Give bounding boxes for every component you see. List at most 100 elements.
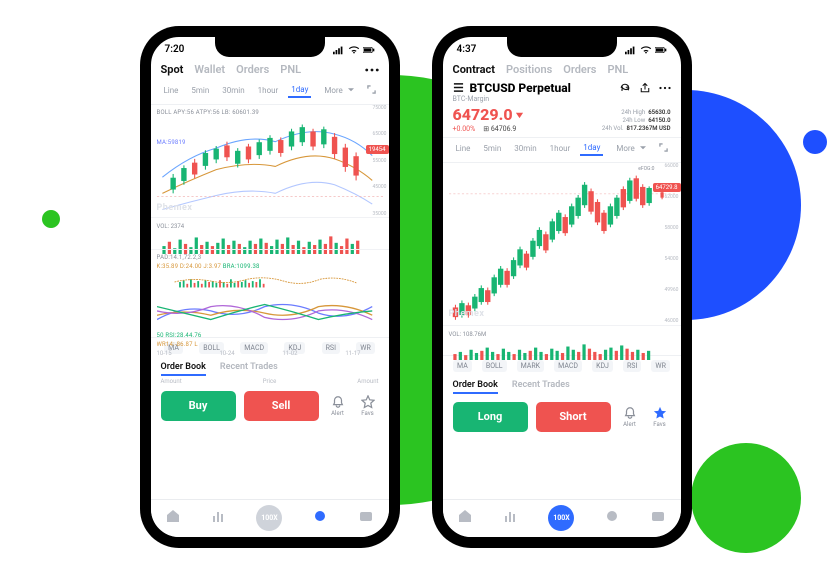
nav-contract[interactable] [604, 508, 620, 528]
status-time: 4:37 [457, 44, 477, 55]
alert-button[interactable]: Alert [619, 406, 641, 428]
ticker-stats: 24h High 65630.0 24h Low 64150.0 24h Vol… [602, 109, 671, 132]
nav-trade[interactable]: 100X [256, 505, 282, 531]
chip-mark[interactable]: MARK [517, 360, 544, 372]
nav-contract[interactable] [312, 508, 328, 528]
chevron-down-icon [348, 87, 354, 93]
ticker-header: BTCUSD Perpetual BTC-Margin 64729.0 +0.0… [443, 79, 681, 138]
nav-markets[interactable] [211, 508, 227, 528]
tf-line[interactable]: Line [161, 84, 182, 97]
orderbook-columns: AmountPriceAmount [151, 378, 389, 385]
expand-icon[interactable] [367, 85, 376, 94]
top-tab-pnl[interactable]: PNL [280, 63, 301, 76]
share-icon[interactable] [639, 82, 651, 94]
tf-30min[interactable]: 30min [219, 84, 247, 97]
wifi-icon [640, 45, 652, 55]
price-chart[interactable]: BOLL APY:56 ATPY:56 LB: 60601.39 7500065… [151, 105, 389, 217]
top-tab-contract[interactable]: Contract [453, 63, 495, 76]
chevron-down-icon [640, 145, 646, 151]
nav-assets[interactable] [358, 508, 374, 528]
more-icon[interactable] [659, 82, 671, 94]
top-tab-pnl[interactable]: PNL [607, 63, 628, 76]
tf-1hour[interactable]: 1hour [547, 142, 574, 155]
wifi-icon [348, 45, 360, 55]
favs-button[interactable]: Favs [649, 406, 671, 428]
chip-rsi[interactable]: RSI [623, 360, 641, 372]
bottom-nav: 100X [443, 499, 681, 537]
price-change: +0.00% [453, 125, 476, 133]
nav-markets[interactable] [503, 508, 519, 528]
symbol-title[interactable]: BTCUSD Perpetual [470, 81, 571, 95]
top-tab-wallet[interactable]: Wallet [194, 63, 225, 76]
chip-boll[interactable]: BOLL [482, 360, 507, 372]
buy-button[interactable]: Buy [161, 391, 236, 421]
mark-price: 64706.9 [491, 125, 516, 133]
favs-button[interactable]: Favs [357, 395, 379, 417]
nav-home[interactable] [165, 508, 181, 528]
star-icon [653, 406, 667, 420]
bell-icon [331, 395, 345, 409]
menu-icon[interactable] [453, 82, 464, 93]
oscillator-chart[interactable]: PAD:14.1,72.2,3 K:35.89 D:24.00 J:3.97 B… [151, 249, 389, 337]
chip-macd[interactable]: MACD [554, 360, 582, 372]
phone-contract: 4:37 Contract Positions Orders PNL BTCUS… [433, 27, 691, 547]
bell-icon [623, 406, 637, 420]
tf-1hour[interactable]: 1hour [255, 84, 282, 97]
price-chart[interactable]: eFOG:0 660006200058000540004996046000 64… [443, 163, 681, 325]
top-tab-positions[interactable]: Positions [506, 63, 552, 76]
nav-assets[interactable] [650, 508, 666, 528]
y-axis: 7500065000550004500035000 [365, 105, 387, 217]
volume-chart[interactable]: VOL: 108.76M [443, 325, 681, 355]
chip-ma[interactable]: MA [453, 360, 472, 372]
last-price-tag: 19454 [366, 145, 389, 154]
top-tab-spot[interactable]: Spot [161, 63, 184, 76]
arrow-down-icon [515, 110, 524, 119]
more-icon[interactable] [365, 63, 379, 77]
tf-1day[interactable]: 1day [580, 141, 603, 156]
nav-home[interactable] [457, 508, 473, 528]
tf-30min[interactable]: 30min [511, 142, 539, 155]
signal-icon [333, 45, 345, 55]
top-tabs: Spot Wallet Orders PNL [151, 59, 389, 80]
action-row: Buy Sell Alert Favs [151, 385, 389, 425]
status-icons [625, 45, 667, 55]
watermark: Phemex [157, 203, 193, 213]
sub-tab-orderbook[interactable]: Order Book [453, 380, 498, 394]
chip-wr[interactable]: WR [651, 360, 670, 372]
boll-legend: BOLL APY:56 ATPY:56 LB: 60601.39 [157, 109, 383, 116]
tf-more[interactable]: More [318, 82, 356, 99]
phone-spot: 7:20 Spot Wallet Orders PNL Line 5min 30… [141, 27, 399, 547]
top-tab-orders[interactable]: Orders [563, 63, 596, 76]
top-tabs: Contract Positions Orders PNL [443, 59, 681, 79]
tf-more[interactable]: More [610, 140, 648, 157]
sub-tab-trades[interactable]: Recent Trades [512, 380, 570, 394]
long-button[interactable]: Long [453, 402, 528, 432]
action-row: Long Short Alert Favs [443, 396, 681, 436]
status-time: 7:20 [165, 44, 185, 55]
last-price-tag: 64729.8 [653, 183, 681, 192]
x-axis: 10-1510-2411-0211-17 [157, 350, 383, 357]
bottom-nav: 100X [151, 499, 389, 537]
status-icons [333, 45, 375, 55]
watermark: Phemex [449, 309, 485, 319]
star-icon [361, 395, 375, 409]
short-button[interactable]: Short [536, 402, 611, 432]
sell-button[interactable]: Sell [244, 391, 319, 421]
sub-tab-trades[interactable]: Recent Trades [220, 362, 278, 376]
expand-icon[interactable] [659, 143, 668, 152]
tf-5min[interactable]: 5min [480, 142, 504, 155]
last-price: 64729.0 [453, 105, 524, 124]
battery-icon [363, 45, 375, 55]
top-tab-orders[interactable]: Orders [236, 63, 269, 76]
tf-5min[interactable]: 5min [188, 84, 212, 97]
battery-icon [655, 45, 667, 55]
sub-tabs: Order Book Recent Trades [443, 376, 681, 396]
nav-trade[interactable]: 100X [548, 505, 574, 531]
alert-button[interactable]: Alert [327, 395, 349, 417]
sub-tab-orderbook[interactable]: Order Book [161, 362, 206, 376]
refresh-icon[interactable] [619, 82, 631, 94]
tf-line[interactable]: Line [453, 142, 474, 155]
chip-kdj[interactable]: KDJ [592, 360, 613, 372]
volume-chart[interactable]: VOL: 2374 [151, 217, 389, 249]
tf-1day[interactable]: 1day [288, 83, 311, 98]
